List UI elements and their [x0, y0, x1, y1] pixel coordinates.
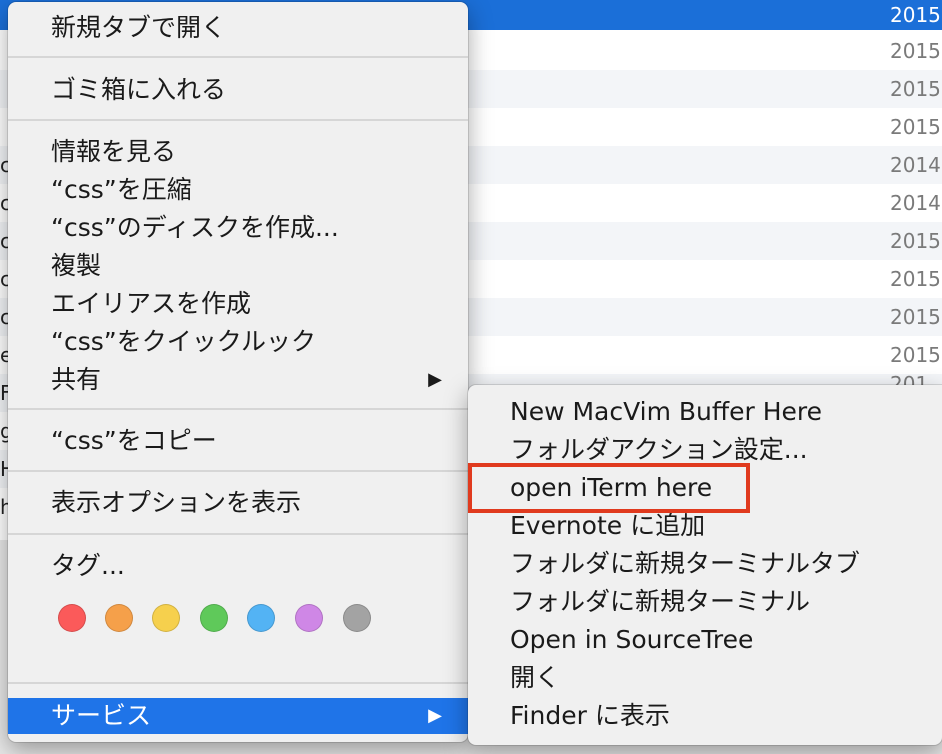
menu-separator	[8, 533, 468, 535]
service-label: フォルダに新規ターミナル	[510, 587, 811, 616]
service-new-terminal-at-folder[interactable]: フォルダに新規ターミナル	[468, 583, 942, 621]
menu-item-label: “css”をクイックルック	[51, 327, 316, 356]
menu-separator	[8, 470, 468, 472]
selected-row-year: 2015	[890, 3, 941, 27]
tag-orange[interactable]	[105, 604, 133, 632]
menu-item-label: エイリアスを作成	[51, 289, 252, 318]
row-year: 2015	[890, 39, 941, 63]
service-open[interactable]: 開く	[468, 659, 942, 697]
menu-item-compress[interactable]: “css”を圧縮	[8, 172, 468, 208]
service-add-to-evernote[interactable]: Evernote に追加	[468, 507, 942, 545]
row-year: 2015	[890, 229, 941, 253]
service-label: Finder に表示	[510, 701, 670, 730]
menu-item-label: タグ...	[51, 551, 125, 580]
menu-item-label: “css”を圧縮	[51, 175, 192, 204]
service-label: Evernote に追加	[510, 511, 706, 540]
submenu-arrow-icon: ▶	[428, 369, 442, 390]
row-year: 2015	[890, 115, 941, 139]
menu-item-open-new-tab[interactable]: 新規タブで開く	[8, 10, 468, 46]
tag-yellow[interactable]	[152, 604, 180, 632]
service-label: フォルダに新規ターミナルタブ	[510, 549, 861, 578]
row-year: 2015	[890, 267, 941, 291]
menu-item-share[interactable]: 共有 ▶	[8, 362, 468, 398]
menu-item-label: 新規タブで開く	[51, 13, 227, 42]
tag-red[interactable]	[58, 604, 86, 632]
service-label: 開く	[510, 663, 561, 692]
row-year: 2015	[890, 343, 941, 367]
service-label: Open in SourceTree	[510, 625, 754, 654]
menu-item-label: “css”をコピー	[51, 426, 217, 455]
menu-item-copy[interactable]: “css”をコピー	[8, 423, 468, 459]
service-show-in-finder[interactable]: Finder に表示	[468, 697, 942, 735]
tag-gray[interactable]	[343, 604, 371, 632]
menu-item-quick-look[interactable]: “css”をクイックルック	[8, 324, 468, 360]
row-year: 2014	[890, 191, 941, 215]
service-label: フォルダアクション設定...	[510, 435, 808, 464]
menu-item-duplicate[interactable]: 複製	[8, 248, 468, 284]
menu-item-make-alias[interactable]: エイリアスを作成	[8, 286, 468, 322]
menu-item-label: 表示オプションを表示	[51, 488, 302, 517]
service-label: open iTerm here	[510, 473, 713, 502]
menu-item-show-view-options[interactable]: 表示オプションを表示	[8, 485, 468, 521]
service-label: New MacVim Buffer Here	[510, 397, 823, 426]
menu-item-services[interactable]: サービス ▶	[8, 698, 468, 734]
service-folder-action-settings[interactable]: フォルダアクション設定...	[468, 431, 942, 469]
service-open-iterm-here[interactable]: open iTerm here	[468, 469, 942, 507]
tag-green[interactable]	[200, 604, 228, 632]
submenu-arrow-icon: ▶	[428, 705, 442, 726]
service-new-macvim-buffer[interactable]: New MacVim Buffer Here	[468, 393, 942, 431]
menu-item-label: “css”のディスクを作成...	[51, 213, 339, 242]
menu-item-label: ゴミ箱に入れる	[51, 75, 227, 104]
menu-item-label: サービス	[51, 701, 152, 730]
tag-blue[interactable]	[247, 604, 275, 632]
menu-separator	[8, 408, 468, 410]
menu-item-get-info[interactable]: 情報を見る	[8, 134, 468, 170]
menu-item-move-to-trash[interactable]: ゴミ箱に入れる	[8, 72, 468, 108]
context-menu: 新規タブで開く ゴミ箱に入れる 情報を見る “css”を圧縮 “css”のディス…	[8, 2, 468, 742]
menu-item-label: 情報を見る	[51, 137, 177, 166]
menu-item-label: 共有	[51, 365, 102, 394]
menu-item-tags[interactable]: タグ...	[8, 548, 468, 584]
row-year: 2015	[890, 77, 941, 101]
services-submenu: New MacVim Buffer Here フォルダアクション設定... op…	[468, 385, 942, 745]
menu-separator	[8, 56, 468, 58]
menu-separator	[8, 119, 468, 121]
row-year: 2014	[890, 153, 941, 177]
service-open-in-sourcetree[interactable]: Open in SourceTree	[468, 621, 942, 659]
menu-item-burn-disk[interactable]: “css”のディスクを作成...	[8, 210, 468, 246]
service-new-terminal-tab-at-folder[interactable]: フォルダに新規ターミナルタブ	[468, 545, 942, 583]
menu-separator	[8, 682, 468, 684]
tag-purple[interactable]	[295, 604, 323, 632]
menu-item-label: 複製	[51, 251, 102, 280]
row-year: 2015	[890, 305, 941, 329]
